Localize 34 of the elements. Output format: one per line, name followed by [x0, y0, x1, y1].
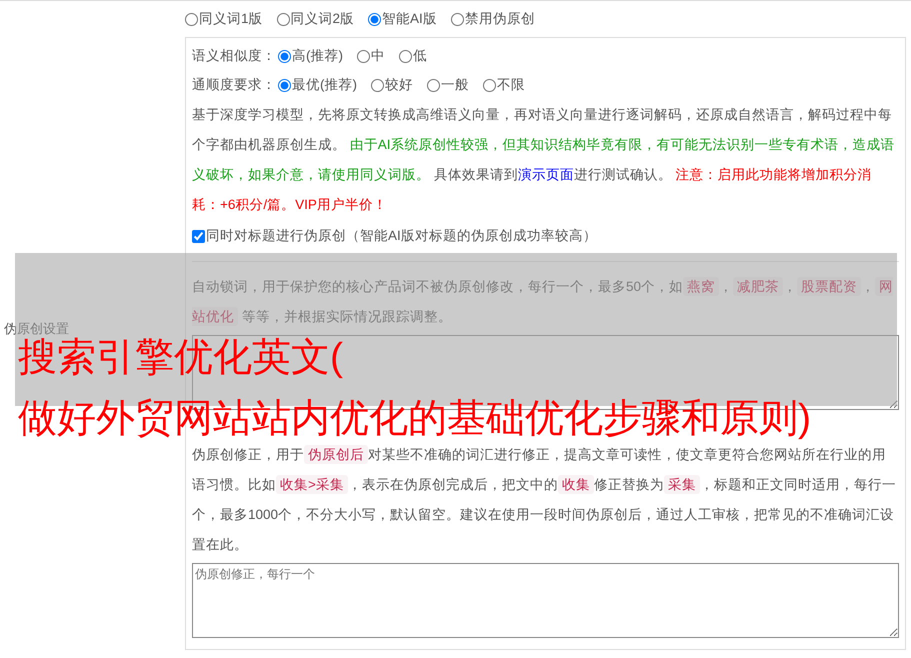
title-checkbox[interactable]: 同时对标题进行伪原创（智能AI版对标题的伪原创成功率较高） — [192, 220, 899, 252]
radio-button[interactable] — [371, 78, 384, 92]
overlay-title-line: 做好外贸网站站内优化的基础优化步骤和原则) — [18, 398, 811, 441]
checkbox[interactable] — [192, 230, 205, 242]
demo-link[interactable]: 演示页面 — [518, 167, 574, 182]
radio-option[interactable]: 一般 — [427, 76, 469, 94]
radio-button[interactable] — [278, 78, 291, 92]
radio-option[interactable]: 智能AI版 — [368, 10, 437, 28]
radio-button[interactable] — [278, 50, 291, 62]
radio-button[interactable] — [185, 12, 198, 26]
description-paragraph: 伪原创修正，用于 伪原创后 对某些不准确的词汇进行修正，提高文章可读性，使文章更符合您网站所在行业的用语习惯。比如 收集>采集 ，表示在伪原创完成后，把文中的 收集 修正替换为 采集 ，标题和正文同时适用，每行一个，最多1000个，不分大小写，默认留空。建议在使用一段时间伪原创后，通过人工审核，把常见的不准确词汇设置在此。 — [192, 444, 897, 554]
radio-button[interactable] — [368, 12, 382, 26]
field-label: 语义相似度： — [192, 47, 276, 65]
correction-input[interactable]: 伪原创修正，每行一个 — [192, 563, 899, 638]
radio-button[interactable] — [450, 12, 464, 26]
radio-option[interactable]: 禁用伪原创 — [450, 10, 535, 28]
radio-option[interactable]: 高(推荐) — [278, 47, 343, 65]
radio-option[interactable]: 同义词2版 — [276, 10, 354, 28]
overlay-title-line: 搜索引擎优化英文( — [18, 337, 343, 380]
field-label: 通顺度要求： — [192, 76, 276, 94]
radio-option[interactable]: 较好 — [371, 76, 413, 94]
description-paragraph: 自动锁词，用于保护您的核心产品词不被伪原创修改，每行一个，最多50个，如 燕窝 ， 减肥茶 ， 股票配资 ， 网站优化 等等，并根据实际情况跟踪调整。 — [192, 276, 894, 328]
description-paragraph: 基于深度学习模型，先将原文转换成高维语义向量，再对语义向量进行逐词解码，还原成自然语言，解码过程中每个字都由机器原创生成。 由于AI系统原创性较强，但其知识结构毕竟有限，有可能无法识别一些专有术语，造成语义破坏，如果介意，请使用同义词版。 具体效果请到演示页面进行测试确认。 注意：启用此功能将增加积分消耗：+6积分/篇。VIP用户半价！ — [192, 106, 896, 214]
radio-option[interactable]: 最优(推荐) — [278, 76, 357, 94]
radio-option[interactable]: 不限 — [483, 76, 525, 94]
radio-option[interactable]: 低 — [399, 47, 427, 65]
radio-button[interactable] — [427, 78, 440, 92]
radio-button[interactable] — [483, 78, 496, 92]
radio-button[interactable] — [357, 50, 370, 62]
radio-button[interactable] — [399, 50, 412, 62]
radio-option[interactable]: 中 — [357, 47, 385, 65]
section-label: 伪原创设置 — [4, 320, 69, 338]
radio-button[interactable] — [276, 12, 290, 26]
radio-option[interactable]: 同义词1版 — [185, 10, 263, 28]
